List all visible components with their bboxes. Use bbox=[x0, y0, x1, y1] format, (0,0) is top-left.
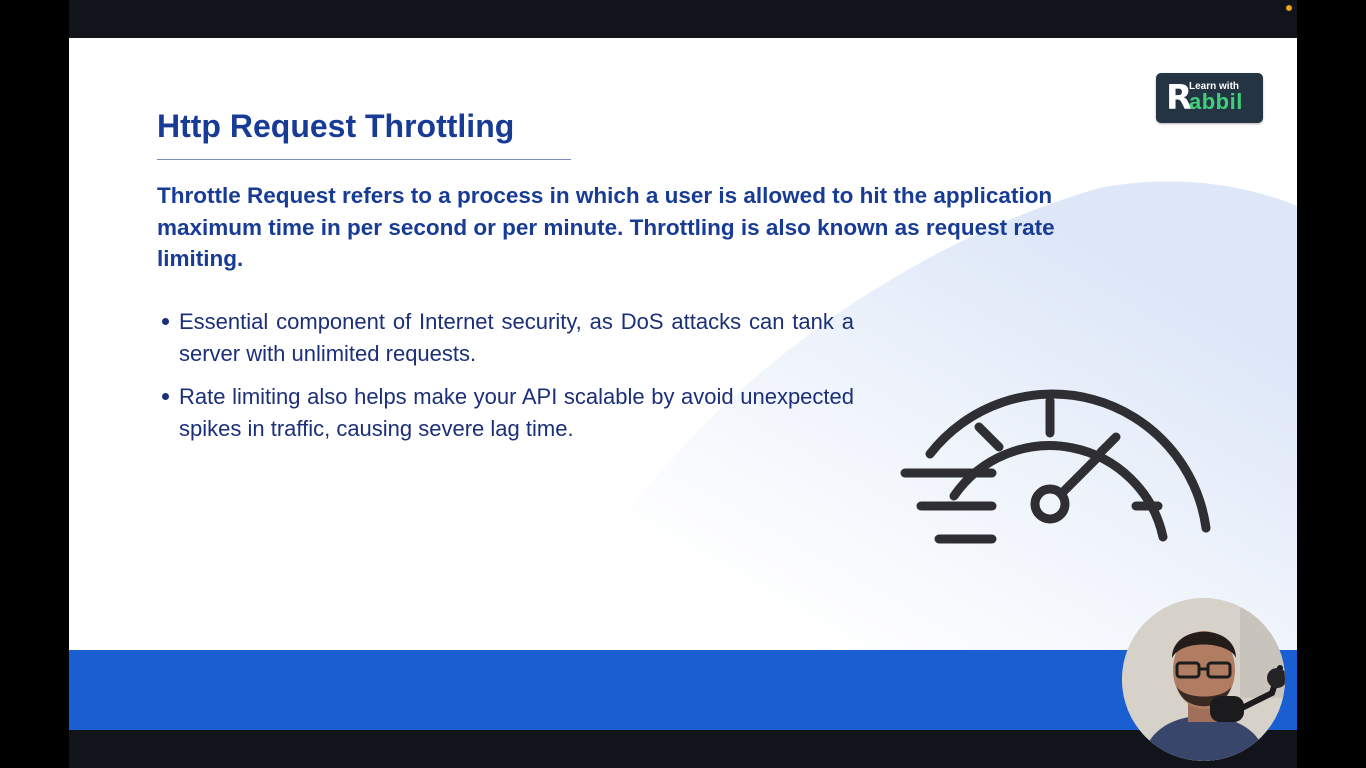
top-frame-bar bbox=[69, 0, 1297, 38]
bullet-list: Essential component of Internet security… bbox=[157, 306, 854, 456]
bullet-item: Rate limiting also helps make your API s… bbox=[157, 381, 854, 445]
recording-indicator-dot bbox=[1286, 5, 1292, 11]
bullet-dot bbox=[162, 393, 169, 400]
bottom-frame-bar bbox=[69, 730, 1297, 768]
learn-with-rabbil-logo: R Learn with abbil bbox=[1156, 73, 1263, 123]
slide-title: Http Request Throttling bbox=[157, 108, 515, 144]
presentation-slide: R Learn with abbil Http Request Throttli… bbox=[69, 38, 1297, 730]
footer-accent-band bbox=[69, 650, 1297, 730]
bullet-text: Essential component of Internet security… bbox=[179, 309, 854, 366]
slide-intro-text: Throttle Request refers to a process in … bbox=[157, 183, 1055, 271]
bullet-text: Rate limiting also helps make your API s… bbox=[179, 384, 854, 441]
logo-wordmark: abbil bbox=[1189, 89, 1243, 114]
speedometer-icon bbox=[900, 389, 1211, 544]
presenter-webcam-overlay bbox=[1122, 598, 1285, 761]
presenter-video-image bbox=[1122, 598, 1285, 761]
bullet-dot bbox=[162, 318, 169, 325]
bullet-item: Essential component of Internet security… bbox=[157, 306, 854, 370]
title-underline bbox=[157, 159, 571, 160]
